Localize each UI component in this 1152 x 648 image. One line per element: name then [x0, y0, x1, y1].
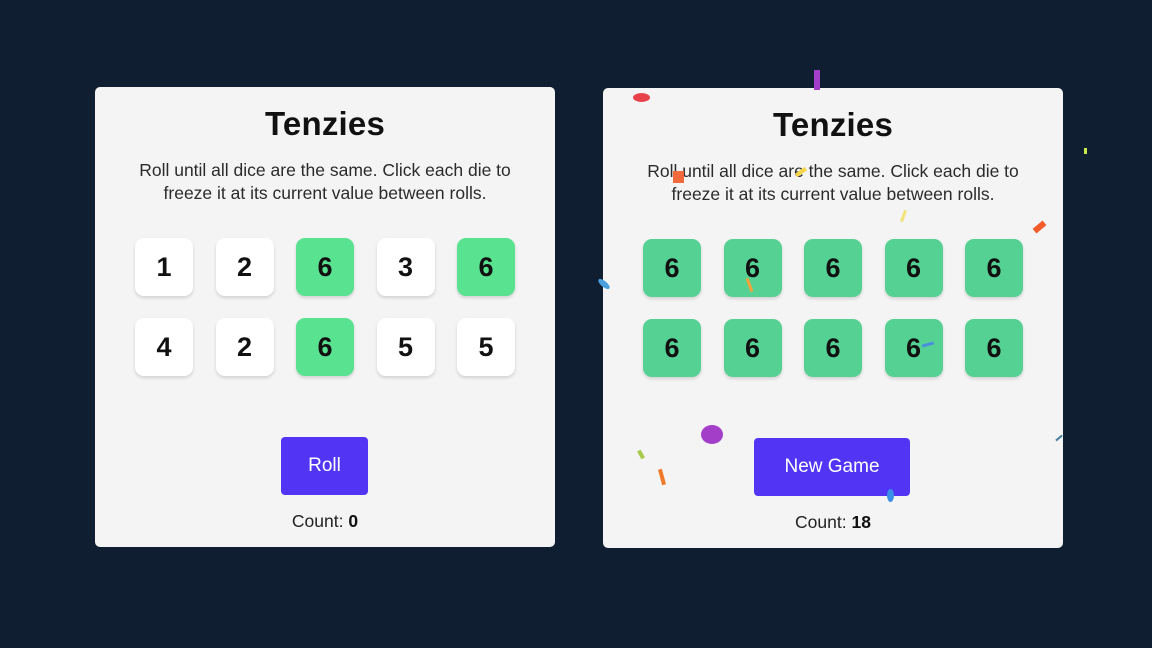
- new-game-button[interactable]: New Game: [754, 438, 910, 496]
- confetti-piece: [1084, 148, 1087, 154]
- confetti-piece: [673, 171, 684, 183]
- die[interactable]: 6: [884, 239, 943, 297]
- die[interactable]: 2: [215, 238, 274, 296]
- die[interactable]: 6: [804, 239, 862, 297]
- die[interactable]: 6: [723, 319, 782, 377]
- die[interactable]: 4: [135, 318, 193, 376]
- die[interactable]: 6: [965, 239, 1023, 297]
- roll-button[interactable]: Roll: [281, 437, 368, 495]
- count-label: Count:: [291, 511, 344, 531]
- game-instructions: Roll until all dice are the same. Click …: [647, 161, 1019, 204]
- confetti-piece: [701, 425, 723, 444]
- die[interactable]: 2: [215, 318, 274, 376]
- game-instructions: Roll until all dice are the same. Click …: [139, 160, 511, 203]
- die[interactable]: 3: [376, 238, 435, 296]
- die[interactable]: 6: [296, 318, 354, 376]
- dice-grid: 1 2 6 3 6 4 2 6 5 5: [135, 238, 515, 376]
- die[interactable]: 6: [457, 238, 515, 296]
- die[interactable]: 6: [643, 319, 701, 377]
- roll-count: Count: 0: [95, 511, 555, 532]
- dice-grid: 6 6 6 6 6 6 6 6 6 6: [643, 239, 1023, 377]
- die[interactable]: 1: [135, 238, 193, 296]
- game-panel-won: Tenzies Roll until all dice are the same…: [603, 88, 1063, 548]
- game-title: Tenzies: [265, 105, 385, 142]
- roll-count: Count: 18: [603, 512, 1063, 533]
- game-title: Tenzies: [773, 106, 893, 143]
- count-label: Count:: [795, 512, 847, 532]
- confetti-piece: [633, 93, 650, 102]
- die[interactable]: 6: [643, 239, 701, 297]
- die[interactable]: 6: [884, 319, 943, 377]
- die[interactable]: 6: [296, 238, 354, 296]
- die[interactable]: 5: [457, 318, 515, 376]
- count-value: 18: [851, 512, 871, 532]
- confetti-piece: [887, 489, 894, 502]
- die[interactable]: 5: [376, 318, 435, 376]
- die[interactable]: 6: [804, 319, 862, 377]
- count-value: 0: [348, 511, 359, 531]
- die[interactable]: 6: [965, 319, 1023, 377]
- tenzies-showcase: { "games": [ { "title": "Tenzies", "inst…: [0, 0, 1152, 648]
- game-panel-in-progress: Tenzies Roll until all dice are the same…: [95, 87, 555, 547]
- confetti-piece: [814, 70, 820, 90]
